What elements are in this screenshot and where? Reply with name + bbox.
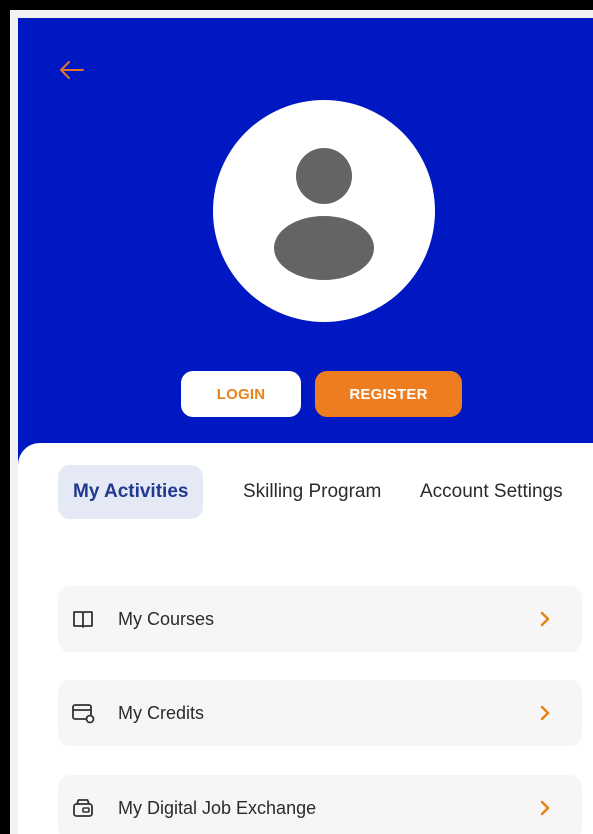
menu-item-my-credits[interactable]: My Credits [58, 680, 582, 746]
tab-skilling-program[interactable]: Skilling Program [243, 465, 381, 519]
login-button[interactable]: LOGIN [181, 371, 301, 417]
menu-item-label: My Digital Job Exchange [118, 797, 317, 818]
credit-card-icon [71, 702, 95, 724]
menu-item-label: My Credits [118, 702, 205, 723]
book-icon [71, 608, 95, 630]
chevron-right-icon [538, 609, 552, 629]
register-button[interactable]: REGISTER [315, 371, 462, 417]
chevron-right-icon [538, 703, 552, 723]
user-placeholder-icon [274, 148, 374, 280]
chevron-right-icon [538, 798, 552, 818]
menu-item-label: My Courses [118, 608, 215, 629]
menu-item-my-courses[interactable]: My Courses [58, 586, 582, 652]
profile-screen: LOGIN REGISTER My Activities Skilling Pr… [18, 18, 593, 834]
device-frame: LOGIN REGISTER My Activities Skilling Pr… [10, 10, 593, 834]
back-arrow-icon[interactable] [56, 58, 86, 82]
profile-header: LOGIN REGISTER [18, 18, 593, 478]
menu-item-my-digital-job-exchange[interactable]: My Digital Job Exchange [58, 775, 582, 834]
avatar[interactable] [213, 100, 435, 322]
tab-account-settings[interactable]: Account Settings [420, 465, 563, 519]
wallet-icon [71, 797, 95, 819]
tab-my-activities[interactable]: My Activities [58, 465, 204, 519]
content-sheet: My Activities Skilling Program Account S… [18, 443, 593, 834]
